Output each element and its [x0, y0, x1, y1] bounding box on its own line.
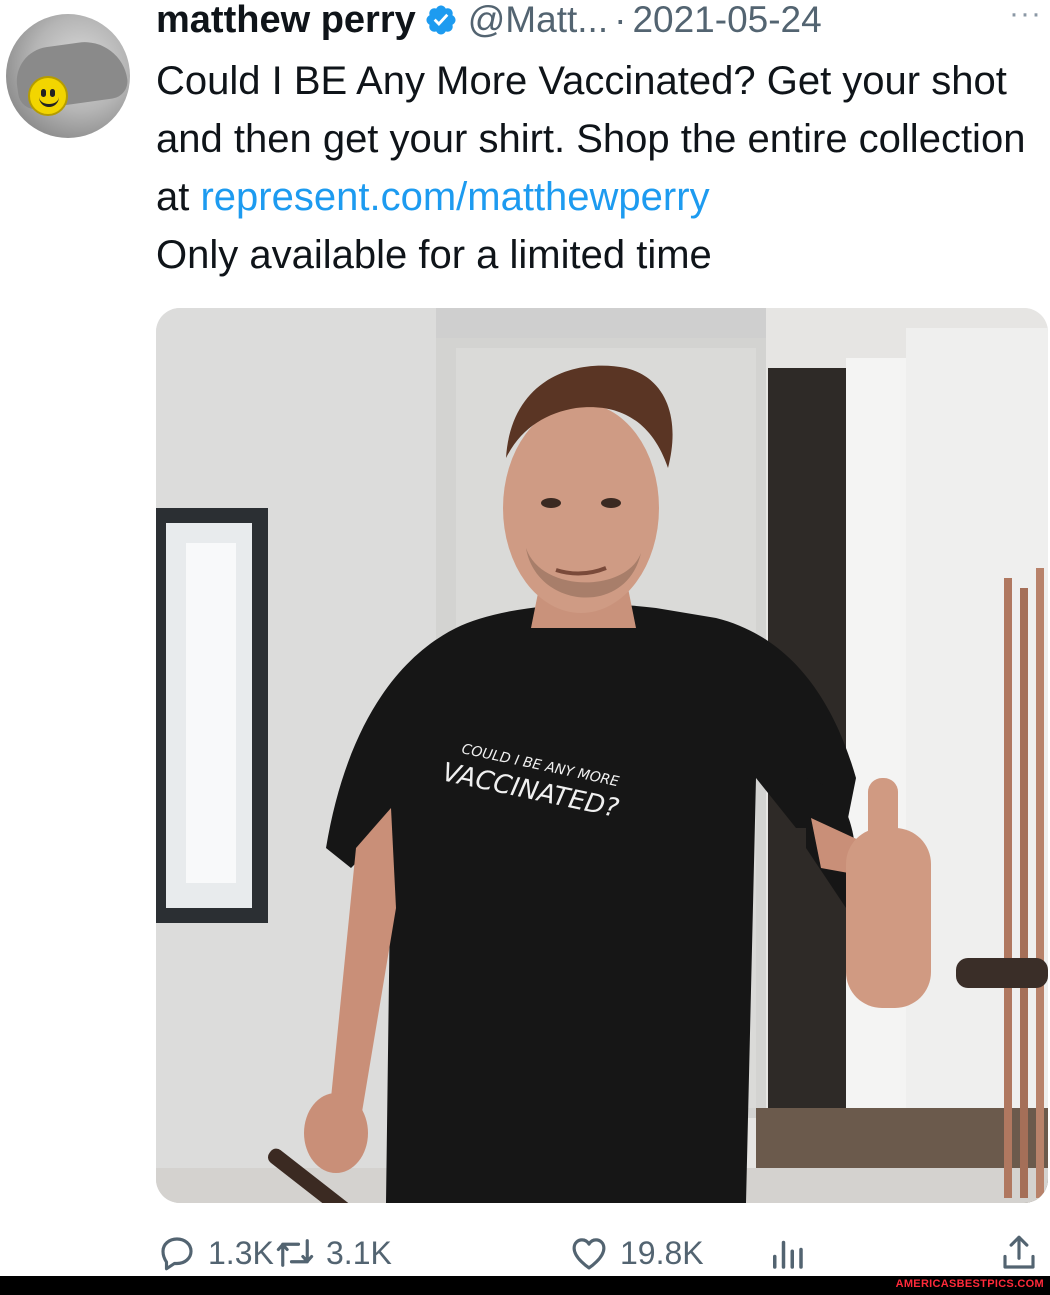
- author-handle[interactable]: @Matt...: [468, 0, 608, 40]
- views-icon: [773, 1240, 803, 1269]
- author-name[interactable]: matthew perry: [156, 0, 416, 40]
- like-count: 19.8K: [620, 1234, 704, 1271]
- share-button[interactable]: [998, 1228, 1050, 1278]
- share-icon: [1003, 1235, 1035, 1269]
- tweet-text: Could I BE Any More Vaccinated? Get your…: [156, 52, 1046, 284]
- watermark: AMERICASBESTPICS.COM: [895, 1278, 1044, 1290]
- reply-count: 1.3K: [208, 1234, 274, 1271]
- retweet-button[interactable]: 3.1K: [274, 1228, 392, 1278]
- tweet-photo[interactable]: COULD I BE ANY MORE VACCINATED?: [156, 308, 1048, 1203]
- like-button[interactable]: 19.8K: [568, 1228, 704, 1278]
- tweet-date[interactable]: 2021-05-24: [632, 0, 821, 40]
- retweet-icon: [276, 1239, 314, 1267]
- photo-illustration: COULD I BE ANY MORE VACCINATED?: [156, 308, 1048, 1203]
- tweet-link[interactable]: represent.com/matthewperry: [200, 175, 709, 219]
- verified-badge-icon: [426, 5, 456, 35]
- smiley-icon: [28, 76, 68, 116]
- reply-icon: [161, 1237, 193, 1271]
- heart-icon: [572, 1238, 606, 1270]
- more-icon[interactable]: ···: [1009, 0, 1042, 34]
- views-button[interactable]: [766, 1228, 818, 1278]
- avatar[interactable]: [6, 14, 130, 138]
- retweet-count: 3.1K: [326, 1234, 392, 1271]
- tweet-text-tail: Only available for a limited time: [156, 233, 712, 277]
- header-separator: ·: [614, 0, 627, 40]
- footer-bar: AMERICASBESTPICS.COM: [0, 1276, 1050, 1295]
- tweet-header: matthew perry @Matt... · 2021-05-24 ···: [156, 0, 1046, 40]
- action-bar: 1.3K 3.1K 19.8K: [156, 1228, 1048, 1278]
- reply-button[interactable]: 1.3K: [156, 1228, 274, 1278]
